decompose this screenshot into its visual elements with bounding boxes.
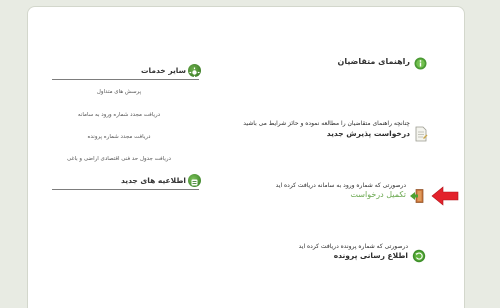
- sidebar-divider: [52, 79, 199, 80]
- sidebar-link-case-number[interactable]: دریافت مجدد شماره پرونده: [54, 134, 184, 140]
- sidebar-news-title: اطلاعیه های جدید: [120, 175, 186, 185]
- gear-icon: [188, 64, 201, 78]
- case-status-description: درصورتی که شماره پرونده دریافت کرده اید: [298, 243, 408, 250]
- info-icon: [414, 55, 427, 74]
- sidebar-services-title: سایر خدمات: [140, 65, 186, 75]
- complete-request-link[interactable]: تکمیل درخواست: [318, 190, 406, 199]
- guide-title[interactable]: راهنمای متقاضیان: [318, 57, 410, 66]
- refresh-icon[interactable]: [412, 248, 426, 267]
- new-request-link[interactable]: درخواست پذیرش جدید: [288, 129, 410, 138]
- content-panel: سایر خدمات پرسش های متداول دریافت مجدد ش…: [27, 6, 465, 308]
- door-enter-icon[interactable]: [409, 188, 425, 208]
- new-request-description: چنانچه راهنمای متقاضیان را مطالعه نموده …: [243, 120, 410, 127]
- sidebar-link-table[interactable]: دریافت جدول حد فنی اقتصادی اراضی و باغی: [54, 156, 184, 162]
- sidebar-divider-2: [52, 189, 199, 190]
- document-icon: [414, 126, 428, 146]
- red-arrow-icon: [431, 186, 459, 210]
- case-status-link[interactable]: اطلاع رسانی پرونده: [308, 251, 408, 260]
- complete-request-description: درصورتی که شماره ورود به سامانه دریافت ک…: [275, 182, 406, 189]
- news-icon: [188, 174, 201, 187]
- sidebar-link-faq[interactable]: پرسش های متداول: [54, 89, 184, 95]
- sidebar-link-login-number[interactable]: دریافت مجدد شماره ورود به سامانه: [54, 112, 184, 118]
